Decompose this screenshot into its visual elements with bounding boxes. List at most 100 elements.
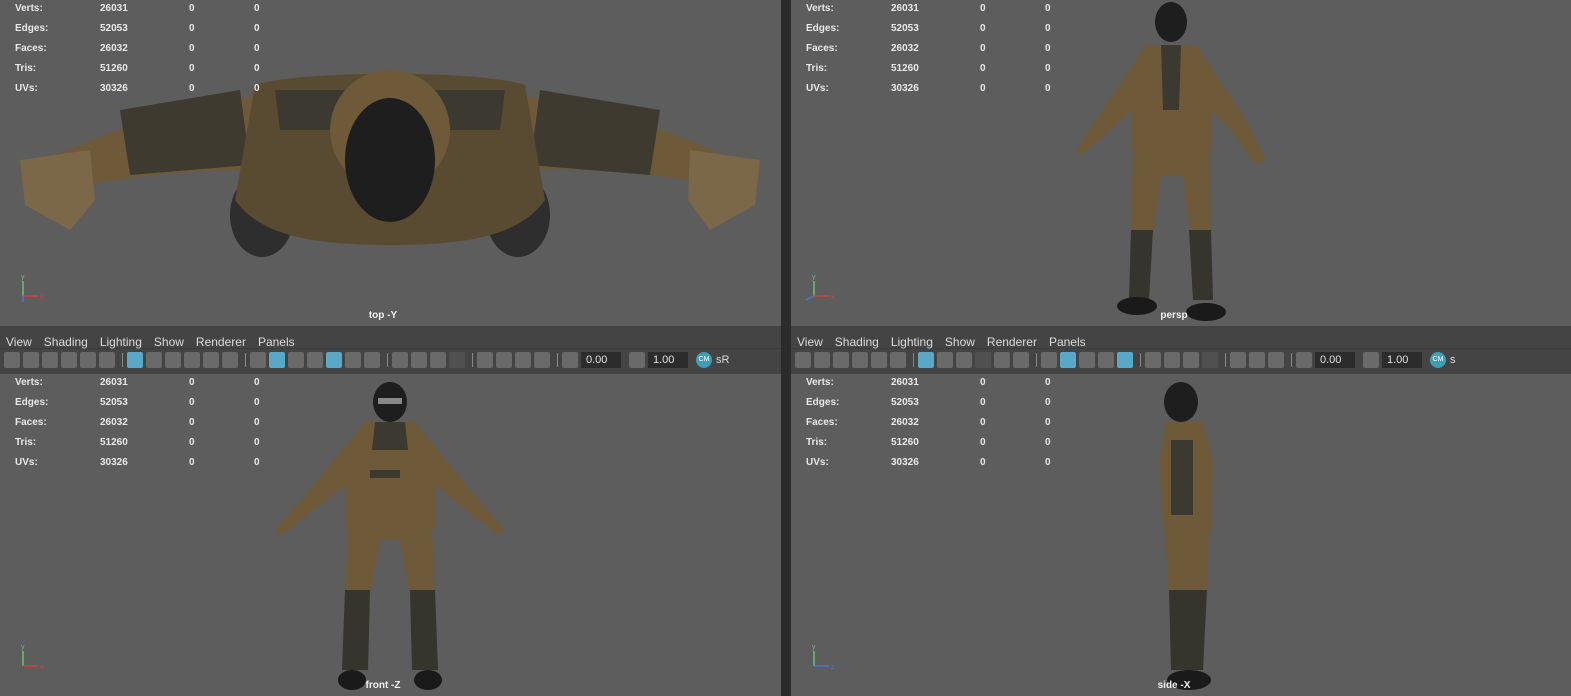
character-model-front[interactable] bbox=[270, 380, 510, 696]
panel-menubar: View Shading Lighting Show Renderer Panels bbox=[791, 326, 1571, 349]
toolbar-separator bbox=[387, 352, 388, 367]
gamma-icon[interactable] bbox=[1363, 351, 1379, 368]
color-management-button[interactable]: CM bbox=[696, 351, 712, 368]
toolbar-separator bbox=[1036, 352, 1037, 367]
stat-row-verts: Verts: 26031 0 0 bbox=[15, 377, 260, 388]
film-gate-icon[interactable] bbox=[146, 351, 162, 368]
stat-row-faces: Faces: 26032 0 0 bbox=[15, 43, 260, 54]
2d-pan-zoom-icon[interactable] bbox=[871, 351, 887, 368]
textured-icon[interactable] bbox=[1117, 351, 1133, 368]
wireframe-icon[interactable] bbox=[1041, 351, 1057, 368]
ambient-occlusion-icon[interactable] bbox=[1145, 351, 1161, 368]
viewport-top[interactable]: Verts: 26031 0 0 Edges: 52053 0 0 Faces: 26032 0… bbox=[0, 0, 781, 326]
lights-icon[interactable] bbox=[345, 351, 361, 368]
gate-mask-icon[interactable] bbox=[184, 351, 200, 368]
film-gate-icon[interactable] bbox=[937, 351, 953, 368]
motion-blur-icon[interactable] bbox=[411, 351, 427, 368]
anti-aliasing-icon[interactable] bbox=[430, 351, 446, 368]
exposure-field[interactable]: 0.00 bbox=[1315, 351, 1355, 368]
wireframe-on-shaded-icon[interactable] bbox=[1098, 351, 1114, 368]
menu-renderer[interactable]: Renderer bbox=[987, 335, 1037, 349]
camera-attributes-icon[interactable] bbox=[814, 351, 830, 368]
smooth-shade-icon[interactable] bbox=[1060, 351, 1076, 368]
toolbar-separator bbox=[557, 352, 558, 367]
stat-row-verts: Verts: 26031 0 0 bbox=[15, 3, 260, 14]
wireframe-on-shaded-icon[interactable] bbox=[307, 351, 323, 368]
xray-icon[interactable] bbox=[1249, 351, 1265, 368]
poly-count-hud: Verts: 26031 0 0 Edges: 52053 0 0 Faces: 26032 0… bbox=[806, 376, 1066, 476]
2d-pan-zoom-icon[interactable] bbox=[80, 351, 96, 368]
viewport-front[interactable]: Verts: 26031 0 0 Edges: 52053 0 0 Faces: 26032 0… bbox=[0, 374, 781, 696]
menu-lighting[interactable]: Lighting bbox=[100, 335, 142, 349]
stat-row-tris: Tris: 51260 0 0 bbox=[806, 63, 1051, 74]
ambient-occlusion-icon[interactable] bbox=[392, 351, 408, 368]
toolbar-separator bbox=[1291, 352, 1292, 367]
image-plane-icon[interactable] bbox=[852, 351, 868, 368]
viewport-persp[interactable]: Verts: 26031 0 0 Edges: 52053 0 0 Faces: 26032 0… bbox=[791, 0, 1571, 326]
xray-active-icon[interactable] bbox=[515, 351, 531, 368]
toolbar-separator bbox=[1140, 352, 1141, 367]
menu-shading[interactable]: Shading bbox=[44, 335, 88, 349]
grease-pencil-icon[interactable] bbox=[890, 351, 906, 368]
stat-row-edges: Edges: 52053 0 0 bbox=[15, 397, 260, 408]
camera-icon[interactable] bbox=[4, 351, 20, 368]
exposure-field[interactable]: 0.00 bbox=[581, 351, 621, 368]
view-transform-dropdown[interactable]: s bbox=[1450, 354, 1456, 366]
camera-attributes-icon[interactable] bbox=[23, 351, 39, 368]
stat-row-verts: Verts: 26031 0 0 bbox=[806, 377, 1051, 388]
xray-joints-icon[interactable] bbox=[534, 351, 550, 368]
isolate-select-icon[interactable] bbox=[477, 351, 493, 368]
resolution-gate-icon[interactable] bbox=[165, 351, 181, 368]
character-model-persp[interactable] bbox=[1071, 0, 1271, 326]
menu-lighting[interactable]: Lighting bbox=[891, 335, 933, 349]
smooth-shade-icon[interactable] bbox=[269, 351, 285, 368]
grid-icon[interactable] bbox=[918, 351, 934, 368]
textured-icon[interactable] bbox=[326, 351, 342, 368]
xray-active-icon[interactable] bbox=[1268, 351, 1284, 368]
safe-action-icon[interactable] bbox=[222, 351, 238, 368]
gamma-field[interactable]: 1.00 bbox=[648, 351, 688, 368]
menu-shading[interactable]: Shading bbox=[835, 335, 879, 349]
xray-icon[interactable] bbox=[496, 351, 512, 368]
wireframe-icon[interactable] bbox=[250, 351, 266, 368]
motion-blur-icon[interactable] bbox=[1164, 351, 1180, 368]
gate-mask-icon[interactable] bbox=[975, 351, 991, 368]
image-plane-icon[interactable] bbox=[61, 351, 77, 368]
grid-icon[interactable] bbox=[127, 351, 143, 368]
isolate-select-icon[interactable] bbox=[1230, 351, 1246, 368]
depth-of-field-icon[interactable] bbox=[449, 351, 465, 368]
field-chart-icon[interactable] bbox=[994, 351, 1010, 368]
menu-panels[interactable]: Panels bbox=[1049, 335, 1086, 349]
gamma-field[interactable]: 1.00 bbox=[1382, 351, 1422, 368]
svg-text:x: x bbox=[831, 294, 835, 301]
gamma-icon[interactable] bbox=[629, 351, 645, 368]
bookmark-icon[interactable] bbox=[833, 351, 849, 368]
view-transform-dropdown[interactable]: sR bbox=[716, 354, 729, 366]
default-material-icon[interactable] bbox=[288, 351, 304, 368]
resolution-gate-icon[interactable] bbox=[956, 351, 972, 368]
color-management-button[interactable]: CM bbox=[1430, 351, 1446, 368]
grease-pencil-icon[interactable] bbox=[99, 351, 115, 368]
menu-panels[interactable]: Panels bbox=[258, 335, 295, 349]
exposure-icon[interactable] bbox=[1296, 351, 1312, 368]
field-chart-icon[interactable] bbox=[203, 351, 219, 368]
stat-row-edges: Edges: 52053 0 0 bbox=[15, 23, 260, 34]
menu-view[interactable]: View bbox=[797, 335, 823, 349]
menu-show[interactable]: Show bbox=[945, 335, 975, 349]
menu-view[interactable]: View bbox=[6, 335, 32, 349]
viewport-divider[interactable] bbox=[781, 0, 791, 696]
menu-show[interactable]: Show bbox=[154, 335, 184, 349]
panel-icon-bar: 0.00 1.00 CM s bbox=[791, 348, 1571, 370]
viewport-side[interactable]: Verts: 26031 0 0 Edges: 52053 0 0 Faces: 26032 0… bbox=[791, 374, 1571, 696]
menu-renderer[interactable]: Renderer bbox=[196, 335, 246, 349]
shadows-icon[interactable] bbox=[364, 351, 380, 368]
safe-action-icon[interactable] bbox=[1013, 351, 1029, 368]
exposure-icon[interactable] bbox=[562, 351, 578, 368]
bookmark-icon[interactable] bbox=[42, 351, 58, 368]
character-model-side[interactable] bbox=[1141, 380, 1231, 696]
toolbar-separator bbox=[245, 352, 246, 367]
anti-aliasing-icon[interactable] bbox=[1183, 351, 1199, 368]
depth-of-field-icon[interactable] bbox=[1202, 351, 1218, 368]
camera-icon[interactable] bbox=[795, 351, 811, 368]
default-material-icon[interactable] bbox=[1079, 351, 1095, 368]
